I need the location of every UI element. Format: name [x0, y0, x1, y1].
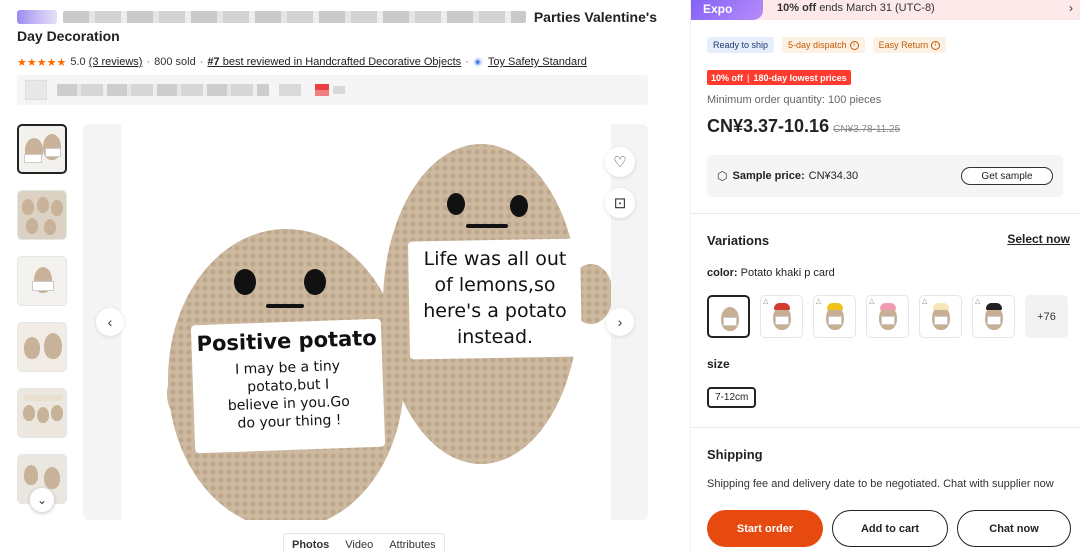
seller-name-redacted	[57, 84, 269, 96]
size-option[interactable]: 7-12cm	[707, 387, 757, 408]
tab-attributes[interactable]: Attributes	[381, 534, 444, 551]
separator: ·	[199, 56, 204, 68]
chat-now-button[interactable]: Chat now	[957, 510, 1071, 547]
promo-ends: ends March 31 (UTC-8)	[819, 2, 935, 14]
dispatch-label: 5-day dispatch	[788, 40, 847, 50]
seller-logo	[25, 80, 47, 100]
select-now-link[interactable]: Select now	[1007, 232, 1070, 246]
image-search-icon[interactable]: ⊡	[605, 188, 635, 218]
thumbnail-scroll-down-button[interactable]: ⌄	[29, 487, 55, 513]
color-selection: color: Potato khaki p card	[707, 267, 835, 279]
promo-discount: 10% off	[777, 2, 817, 14]
media-tabs: Photos Video Attributes	[283, 533, 445, 551]
rating-row: ★★★★★ 5.0 (3 reviews) · 800 sold · #7 be…	[17, 54, 587, 70]
separator: |	[747, 72, 750, 83]
main-product-image[interactable]: Positive potato I may be a tiny potato,b…	[83, 124, 648, 520]
product-title-line2: Day Decoration	[17, 28, 120, 44]
rating-value: 5.0	[70, 56, 86, 68]
rank-number: #7	[207, 56, 220, 68]
dispatch-badge[interactable]: 5-day dispatch i	[782, 37, 865, 53]
sold-count: 800 sold	[154, 56, 196, 68]
seller-bar[interactable]	[17, 75, 648, 105]
product-title-row: Parties Valentine's	[17, 6, 657, 28]
more-colors-button[interactable]: +76	[1025, 295, 1068, 338]
country-flag-icon	[315, 84, 329, 96]
lowest-price-text: 180-day lowest prices	[753, 72, 847, 83]
tab-video[interactable]: Video	[337, 534, 382, 551]
discount-off: 10% off	[711, 72, 744, 83]
rating-stars-icon: ★★★★★	[17, 56, 67, 69]
color-label: color:	[707, 267, 738, 279]
right-sign-line: here's a potato	[423, 300, 567, 322]
shipping-text: Shipping fee and delivery date to be neg…	[707, 478, 1054, 490]
easy-return-label: Easy Return	[878, 40, 929, 50]
variations-title: Variations	[707, 233, 770, 248]
cube-icon: ⬡	[717, 169, 728, 183]
original-price: CN¥3.78-11.25	[833, 124, 901, 135]
shipping-title: Shipping	[707, 447, 763, 462]
thumbnail-3[interactable]	[17, 256, 67, 306]
sample-price-box: ⬡ Sample price: CN¥34.30 Get sample	[707, 155, 1063, 197]
chevron-right-icon: ›	[1069, 1, 1073, 15]
potato-photo: Positive potato I may be a tiny potato,b…	[121, 124, 613, 520]
right-sign-line: instead.	[456, 326, 534, 348]
product-gallery-panel: Parties Valentine's Day Decoration ★★★★★…	[0, 0, 660, 551]
safety-standard-link[interactable]: Toy Safety Standard	[488, 56, 587, 68]
color-swatch-5[interactable]: △	[919, 295, 962, 338]
left-sign: Positive potato I may be a tiny potato,b…	[191, 326, 384, 435]
thumbnail-2[interactable]	[17, 190, 67, 240]
sample-price-label: Sample price:	[732, 170, 805, 182]
tab-photos[interactable]: Photos	[284, 534, 338, 551]
seller-years-redacted	[333, 86, 345, 94]
promo-text: 10% off ends March 31 (UTC-8)	[777, 2, 935, 14]
reviews-link[interactable]: (3 reviews)	[89, 56, 143, 68]
add-to-cart-button[interactable]: Add to cart	[832, 510, 948, 547]
promo-banner[interactable]: Expo 10% off ends March 31 (UTC-8) ›	[691, 0, 1080, 20]
seller-meta-redacted	[279, 84, 301, 96]
thumbnail-5[interactable]	[17, 388, 67, 438]
favorite-heart-icon[interactable]: ♡	[605, 147, 635, 177]
color-swatch-6[interactable]: △	[972, 295, 1015, 338]
thumbnail-4[interactable]	[17, 322, 67, 372]
get-sample-button[interactable]: Get sample	[961, 167, 1053, 185]
color-swatch-4[interactable]: △	[866, 295, 909, 338]
price-block: CN¥3.37-10.16 CN¥3.78-11.25	[707, 116, 900, 137]
easy-return-badge[interactable]: Easy Return i	[872, 37, 947, 53]
color-swatch-2[interactable]: △	[760, 295, 803, 338]
size-label: size	[707, 357, 730, 371]
color-swatch-1[interactable]	[707, 295, 750, 338]
color-swatches: △ △ △ △ △ +76	[707, 295, 1068, 338]
divider	[691, 427, 1080, 428]
purchase-panel: Expo 10% off ends March 31 (UTC-8) › Rea…	[690, 0, 1080, 551]
thumbnail-1[interactable]	[17, 124, 67, 174]
start-order-button[interactable]: Start order	[707, 510, 823, 547]
min-order-quantity: Minimum order quantity: 100 pieces	[707, 94, 882, 106]
expo-badge: Expo	[691, 0, 763, 20]
service-badges: Ready to ship 5-day dispatch i Easy Retur…	[707, 37, 947, 53]
previous-image-button[interactable]: ‹	[96, 308, 124, 336]
right-sign-line: of lemons,so	[434, 274, 556, 296]
separator: ·	[146, 56, 151, 68]
rank-link[interactable]: #7 best reviewed in Handcrafted Decorati…	[207, 56, 461, 68]
ready-to-ship-badge: Ready to ship	[707, 37, 775, 53]
discount-tag: 10% off | 180-day lowest prices	[707, 70, 851, 85]
right-sign: Life was all out of lemons,so here's a p…	[409, 246, 581, 350]
safety-shield-icon: ◉	[472, 57, 483, 67]
sample-price-value: CN¥34.30	[808, 170, 859, 182]
divider	[691, 213, 1080, 214]
info-icon: i	[931, 40, 941, 50]
separator: ·	[465, 56, 469, 68]
current-price: CN¥3.37-10.16	[707, 116, 830, 136]
product-title: Parties Valentine's	[533, 9, 657, 25]
next-image-button[interactable]: ›	[606, 308, 634, 336]
title-redacted-text	[63, 11, 526, 23]
right-sign-line: Life was all out	[423, 248, 567, 270]
color-value: Potato khaki p card	[740, 267, 835, 279]
info-icon: i	[849, 40, 859, 50]
title-badge	[17, 10, 57, 24]
thumbnail-list	[17, 124, 69, 514]
rank-text: best reviewed in Handcrafted Decorative …	[222, 56, 462, 68]
color-swatch-3[interactable]: △	[813, 295, 856, 338]
ready-to-ship-label: Ready to ship	[713, 40, 769, 50]
